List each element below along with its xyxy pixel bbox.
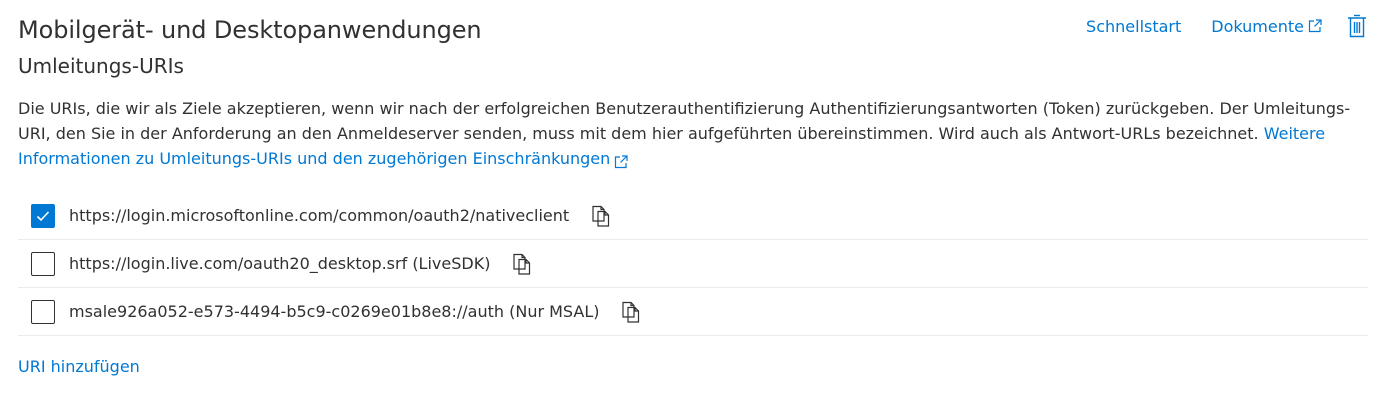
redirect-uri-row: msale926a052-e573-4494-b5c9-c0269e01b8e8… bbox=[18, 288, 1368, 336]
redirect-uri-row: https://login.live.com/oauth20_desktop.s… bbox=[18, 240, 1368, 288]
redirect-uri-value: msale926a052-e573-4494-b5c9-c0269e01b8e8… bbox=[69, 302, 600, 321]
copy-icon bbox=[513, 253, 531, 275]
copy-icon bbox=[592, 205, 610, 227]
redirect-uri-value: https://login.microsoftonline.com/common… bbox=[69, 206, 570, 225]
external-link-icon bbox=[613, 152, 629, 168]
docs-link-label: Dokumente bbox=[1211, 16, 1304, 36]
copy-button[interactable] bbox=[510, 252, 534, 276]
copy-button[interactable] bbox=[619, 300, 643, 324]
copy-icon bbox=[622, 301, 640, 323]
checkmark-icon bbox=[36, 210, 50, 221]
section-subtitle: Umleitungs-URIs bbox=[18, 54, 184, 78]
redirect-uri-checkbox[interactable] bbox=[31, 203, 55, 228]
redirect-uri-value: https://login.live.com/oauth20_desktop.s… bbox=[69, 254, 491, 273]
redirect-uri-row: https://login.microsoftonline.com/common… bbox=[18, 192, 1368, 240]
header-actions: Schnellstart Dokumente bbox=[1086, 12, 1369, 40]
redirect-uri-checkbox[interactable] bbox=[31, 251, 55, 276]
delete-button[interactable] bbox=[1345, 12, 1369, 40]
quickstart-link-label: Schnellstart bbox=[1086, 16, 1182, 36]
redirect-uri-list: https://login.microsoftonline.com/common… bbox=[18, 192, 1368, 336]
quickstart-link[interactable]: Schnellstart bbox=[1086, 17, 1181, 36]
copy-button[interactable] bbox=[589, 204, 613, 228]
external-link-icon bbox=[1307, 18, 1323, 34]
description-text: Die URIs, die wir als Ziele akzeptieren,… bbox=[18, 99, 1351, 143]
docs-link[interactable]: Dokumente bbox=[1211, 17, 1323, 36]
redirect-uri-checkbox[interactable] bbox=[31, 299, 55, 324]
add-uri-link[interactable]: URI hinzufügen bbox=[18, 357, 140, 376]
section-title: Mobilgerät- und Desktopanwendungen bbox=[18, 16, 482, 44]
redirect-uri-description: Die URIs, die wir als Ziele akzeptieren,… bbox=[18, 96, 1363, 171]
trash-icon bbox=[1347, 13, 1367, 39]
